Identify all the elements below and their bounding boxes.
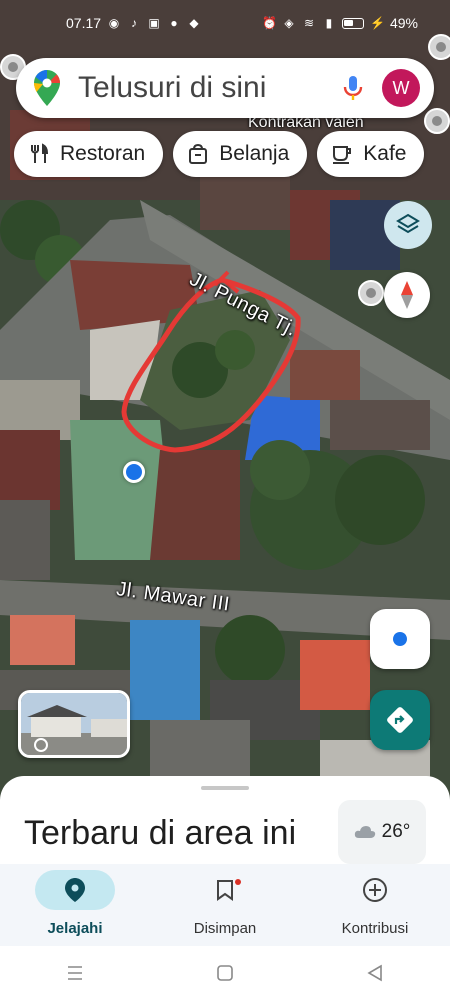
microphone-icon[interactable] <box>338 73 368 103</box>
user-location-dot <box>123 461 145 483</box>
clock: 07.17 <box>66 15 102 31</box>
chip-label: Restoran <box>60 142 146 165</box>
nav-label: Jelajahi <box>47 920 103 937</box>
home-square-icon <box>217 965 233 981</box>
chip-label: Belanja <box>219 142 290 165</box>
satellite-map[interactable]: Kontrakan valen Jl. Punga Tj. Jl. Mawar … <box>0 0 450 800</box>
chip-restoran[interactable]: Restoran <box>14 131 164 177</box>
weather-temperature: 26° <box>381 821 411 842</box>
satellite-imagery <box>0 0 450 800</box>
charging-icon: ⚡ <box>369 16 385 30</box>
shopping-bag-icon <box>189 143 208 164</box>
nav-label: Kontribusi <box>341 920 409 937</box>
compass-icon <box>401 281 413 309</box>
location-icon: ◈ <box>284 16 294 30</box>
add-circle-icon <box>363 878 387 902</box>
google-maps-screen: Kontrakan valen Jl. Punga Tj. Jl. Mawar … <box>0 0 450 1000</box>
nav-jelajahi[interactable]: Jelajahi <box>0 864 150 946</box>
chip-belanja[interactable]: Belanja <box>173 131 308 177</box>
battery-percent: 49% <box>389 15 418 31</box>
category-chips: Restoran Belanja Kafe <box>14 131 425 177</box>
gallery-icon: ▣ <box>148 16 160 30</box>
layers-icon <box>396 213 420 234</box>
bookmark-icon <box>217 880 233 901</box>
layers-button[interactable] <box>384 201 432 249</box>
bottom-navigation: Jelajahi Disimpan Kontribusi <box>0 864 450 946</box>
my-location-icon <box>393 632 407 646</box>
alarm-icon: ⏰ <box>261 16 277 30</box>
system-navigation-bar <box>0 946 450 1000</box>
weather-chip[interactable]: 26° <box>338 800 426 864</box>
nav-kontribusi[interactable]: Kontribusi <box>300 864 450 946</box>
search-bar[interactable]: Telusuri di sini W <box>16 58 434 118</box>
chip-kafe[interactable]: Kafe <box>317 131 425 177</box>
cloud-icon <box>354 826 375 838</box>
menu-lines-icon <box>68 966 82 980</box>
street-view-thumbnail[interactable] <box>18 690 130 758</box>
sheet-title: Terbaru di area ini <box>24 814 297 852</box>
back-button[interactable] <box>350 953 400 993</box>
wifi-icon: ≋ <box>303 16 314 30</box>
explore-pin-icon <box>65 878 85 902</box>
compass-button[interactable] <box>384 272 430 318</box>
map-place-pin[interactable] <box>358 280 384 306</box>
map-place-pin[interactable] <box>424 108 450 134</box>
tiktok-icon: ♪ <box>131 16 138 30</box>
whatsapp-icon: ◉ <box>108 16 120 30</box>
my-location-button[interactable] <box>370 609 430 669</box>
home-button[interactable] <box>200 953 250 993</box>
app-notification-icon: ◆ <box>189 16 199 30</box>
restaurant-icon <box>31 143 49 163</box>
recents-button[interactable] <box>50 953 100 993</box>
battery-icon <box>341 17 364 29</box>
spotify-icon: ● <box>170 16 178 30</box>
back-triangle-icon <box>367 964 382 982</box>
directions-button[interactable] <box>370 690 430 750</box>
sheet-drag-handle[interactable] <box>201 786 249 790</box>
cafe-icon <box>333 146 352 164</box>
nav-disimpan[interactable]: Disimpan <box>150 864 300 946</box>
status-bar: 07.17 ◉ ♪ ▣ ● ◆ ⏰ ◈ ≋ ▮ ⚡ 49% <box>0 0 450 58</box>
google-maps-logo-icon <box>34 70 60 106</box>
directions-icon <box>387 707 413 733</box>
account-avatar[interactable]: W <box>382 69 420 107</box>
search-input[interactable]: Telusuri di sini <box>78 71 338 105</box>
notification-dot <box>235 879 241 885</box>
chip-label: Kafe <box>363 142 407 165</box>
signal-icon: ▮ <box>325 16 333 30</box>
nav-label: Disimpan <box>193 920 257 937</box>
